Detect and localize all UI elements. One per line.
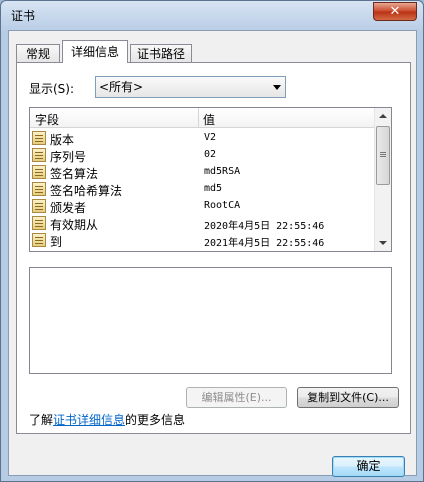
edit-properties-button[interactable]: 编辑属性(E)... (186, 387, 287, 408)
certificate-field-icon (32, 199, 46, 213)
column-header-field[interactable]: 字段 (35, 111, 59, 128)
list-row-version[interactable]: 版本 V2 (30, 130, 375, 147)
field-detail-textbox[interactable] (29, 267, 392, 374)
list-row-signature-hash-algorithm[interactable]: 签名哈希算法 md5 (30, 181, 375, 198)
dialog-body: 常规 详细信息 证书路径 显示(S): <所有> 字段 值 版本 V2 序列号 … (8, 30, 417, 477)
list-scrollbar[interactable] (374, 108, 391, 251)
scroll-down-button[interactable] (375, 234, 391, 251)
field-name: 有效期从 (50, 218, 99, 232)
field-name: 颁发者 (50, 201, 87, 215)
field-value: md5RSA (204, 166, 241, 177)
certificate-field-icon (32, 233, 46, 247)
info-prefix: 了解 (29, 413, 54, 427)
list-row-serial-number[interactable]: 序列号 02 (30, 147, 375, 164)
field-value: RootCA (204, 200, 241, 211)
field-name: 版本 (50, 133, 75, 147)
list-row-signature-algorithm[interactable]: 签名算法 md5RSA (30, 164, 375, 181)
tab-details[interactable]: 详细信息 (62, 40, 128, 63)
list-row-valid-to[interactable]: 到 2021年4月5日 22:55:46 (30, 232, 375, 249)
scroll-up-button[interactable] (375, 108, 391, 125)
certificate-field-icon (32, 182, 46, 196)
list-header: 字段 值 (30, 108, 375, 128)
field-value: md5 (204, 183, 223, 194)
certificate-field-icon (32, 216, 46, 230)
copy-to-file-button[interactable]: 复制到文件(C)... (297, 387, 399, 408)
field-name: 签名哈希算法 (50, 184, 123, 198)
field-value: 2020年4月5日 22:55:46 (204, 221, 325, 232)
window-title: 证书 (11, 9, 36, 23)
show-dropdown[interactable]: <所有> (95, 76, 286, 98)
tab-certification-path[interactable]: 证书路径 (130, 44, 192, 63)
list-row-issuer[interactable]: 颁发者 RootCA (30, 198, 375, 215)
field-value: V2 (204, 132, 217, 143)
field-name: 到 (50, 235, 63, 249)
info-suffix: 的更多信息 (125, 413, 186, 427)
ok-button[interactable]: 确定 (332, 456, 405, 477)
field-value: 02 (204, 149, 217, 160)
scroll-thumb[interactable] (376, 126, 390, 185)
arrow-down-icon (379, 241, 387, 245)
certificate-field-icon (32, 165, 46, 179)
list-row-valid-from[interactable]: 有效期从 2020年4月5日 22:55:46 (30, 215, 375, 232)
title-bar[interactable]: 证书 ✕ (1, 1, 423, 31)
field-value: 2021年4月5日 22:55:46 (204, 238, 325, 249)
show-label: 显示(S): (29, 82, 75, 96)
field-name: 签名算法 (50, 167, 99, 181)
field-list[interactable]: 字段 值 版本 V2 序列号 02 签名算法 md5RSA 签名哈希算法 md5… (29, 107, 392, 252)
tab-general[interactable]: 常规 (16, 44, 60, 63)
close-button[interactable]: ✕ (373, 2, 417, 21)
certificate-field-icon (32, 148, 46, 162)
column-header-value[interactable]: 值 (203, 111, 215, 128)
certificate-field-icon (32, 131, 46, 145)
info-text: 了解证书详细信息的更多信息 (29, 411, 185, 428)
column-divider[interactable] (198, 108, 199, 128)
show-dropdown-value: <所有> (99, 80, 144, 94)
certificate-details-link[interactable]: 证书详细信息 (53, 413, 125, 427)
certificate-dialog: 证书 ✕ 常规 详细信息 证书路径 显示(S): <所有> 字段 值 版本 V2… (0, 0, 424, 482)
field-name: 序列号 (50, 150, 87, 164)
chevron-down-icon (273, 85, 281, 90)
details-panel: 显示(S): <所有> 字段 值 版本 V2 序列号 02 签名算法 md5RS… (16, 62, 411, 434)
arrow-up-icon (379, 114, 387, 118)
